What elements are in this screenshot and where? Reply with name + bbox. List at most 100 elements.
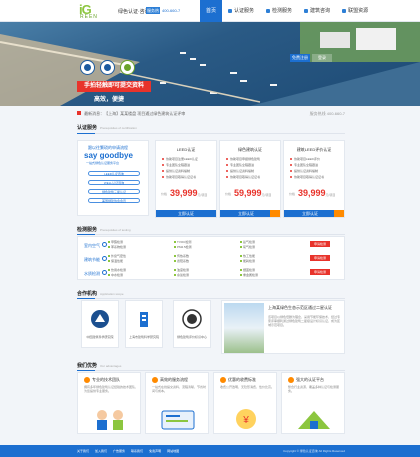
green-seal-icon xyxy=(120,60,135,75)
nav-item-home[interactable]: 首页 xyxy=(200,0,223,22)
site-footer: 关于我们 加入我们 广告服务 联系我们 免责声明 网站地图 Copyright … xyxy=(0,445,420,457)
test-item[interactable]: 浊度检测 xyxy=(174,268,189,272)
consult-button[interactable] xyxy=(334,210,344,217)
advantage-title: 优惠的收费标准 xyxy=(228,377,256,382)
site-logo[interactable]: iG REEN xyxy=(79,2,115,20)
divider xyxy=(77,370,345,371)
advantage-title: 强大的认证平台 xyxy=(296,377,324,382)
test-item[interactable]: 饮用水检测 xyxy=(108,268,126,272)
footer-link[interactable]: 网站地图 xyxy=(167,445,179,457)
promo-pill[interactable]: 美国绿建协会会员 xyxy=(88,198,140,203)
leed-seal-icon xyxy=(80,60,95,75)
nav-item-cert[interactable]: 认证服务 xyxy=(222,0,260,22)
certification-seal-icon xyxy=(182,309,202,329)
plan-feature: 提供认证资料编制 xyxy=(162,169,190,173)
advantage-card: 优惠的收费标准 收费公开透明，无隐形消费，性价比高。 ¥ xyxy=(213,372,277,434)
test-item[interactable]: 重金属检测 xyxy=(240,273,258,277)
divider xyxy=(77,133,345,134)
register-tab[interactable]: 免费注册 xyxy=(290,54,310,62)
test-item[interactable]: 遮阳系数 xyxy=(174,259,189,263)
nav-label: 首页 xyxy=(206,8,217,14)
certify-button[interactable]: 立即认证 xyxy=(284,210,336,217)
test-item[interactable]: 氨气检测 xyxy=(240,240,255,244)
test-item[interactable]: 中水检测 xyxy=(108,273,123,277)
promo-headline: say goodbye xyxy=(84,151,133,160)
advantage-card: 专业的技术团队 拥有多年绿色建筑认证经验的技术团队，为您提供专业服务。 xyxy=(77,372,141,434)
footer-link[interactable]: 关于我们 xyxy=(77,445,89,457)
divider xyxy=(77,234,345,235)
test-category[interactable]: 水质检测 xyxy=(84,270,107,277)
footer-link[interactable]: 联系我们 xyxy=(131,445,143,457)
test-item[interactable]: PM2.5检测 xyxy=(174,245,192,249)
banner-cta[interactable]: 手拍轻触即可提交资料 xyxy=(77,81,151,92)
certify-button[interactable]: 立即认证 xyxy=(220,210,272,217)
plan-card-leed: LEED认证 协助项目注册LEED认证 专业团队全程跟进 提供认证资料编制 协助… xyxy=(155,140,217,218)
test-item[interactable]: 外窗气密性 xyxy=(108,254,126,258)
notice-text[interactable]: 最新消息：【上海】某某楼盘 项目通过绿色建筑认证评审 xyxy=(84,111,185,116)
promo-pill[interactable]: LEED认证咨询 xyxy=(88,171,140,176)
apply-test-button[interactable]: 申请检测 xyxy=(310,269,330,275)
promo-pill[interactable]: WELL认证咨询 xyxy=(88,180,140,185)
site-header: iG REEN 绿色认证·咨询 服务热线 400-660-7 首页 认证服务 检… xyxy=(0,0,420,22)
usgbc-seal-icon xyxy=(100,60,115,75)
test-item[interactable]: 细菌检测 xyxy=(240,268,255,272)
plan-feature: 专业团队全程跟进 xyxy=(290,163,318,167)
plan-name: 绿色建筑认证 xyxy=(238,147,262,152)
promo-pill[interactable]: 绿色建筑三星认证 xyxy=(88,189,140,194)
nav-item-test[interactable]: 检测服务 xyxy=(260,0,298,22)
nav-item-alliance[interactable]: 联盟资源 xyxy=(336,0,374,22)
partner-card[interactable]: 中国建筑科学研究院 xyxy=(81,300,119,348)
test-item[interactable]: 甲醛检测 xyxy=(108,240,123,244)
test-item[interactable]: 氡气检测 xyxy=(240,245,255,249)
footer-link[interactable]: 免责声明 xyxy=(149,445,161,457)
partner-card[interactable]: 上海市建筑科学研究院 xyxy=(125,300,163,348)
test-item[interactable]: 能耗检测 xyxy=(240,259,255,263)
plan-price: 39,999元/项目 xyxy=(298,188,336,198)
section-title-why: 我们优势 Our advantages xyxy=(77,362,121,369)
megaphone-icon xyxy=(77,111,81,115)
nav-label: 认证服务 xyxy=(234,8,255,14)
test-item[interactable]: 热工性能 xyxy=(240,254,255,258)
advantages-row: 专业的技术团队 拥有多年绿色建筑认证经验的技术团队，为您提供专业服务。 高效的服… xyxy=(77,372,345,436)
partner-name: 中国建筑科学研究院 xyxy=(86,335,114,339)
pricing-illustration: ¥ xyxy=(236,409,256,429)
section-title-cert: 认证服务 Prerequisites of certification xyxy=(77,124,137,131)
test-category[interactable]: 建筑节能 xyxy=(84,256,107,263)
plan-feature: 协助项目LEED评价 xyxy=(290,157,320,161)
feature-desc: 该项目以绿色低碳为理念，采用节能环保技术，经过专家评审顺利通过绿色建筑二星级设计… xyxy=(268,315,341,327)
test-category[interactable]: 室内空气 xyxy=(84,242,107,249)
footer-link[interactable]: 加入我们 xyxy=(95,445,107,457)
apply-test-button[interactable]: 申请检测 xyxy=(310,255,330,261)
platform-icon xyxy=(288,377,294,383)
process-icon xyxy=(152,377,158,383)
section-title-text: 我们优势 xyxy=(77,363,98,369)
test-item[interactable]: 传热系数 xyxy=(174,254,189,258)
nav-item-consult[interactable]: 建筑咨询 xyxy=(298,0,336,22)
partner-card[interactable]: 绿色建筑评价标识中心 xyxy=(173,300,211,348)
consult-button[interactable] xyxy=(270,210,280,217)
test-item[interactable]: 余氯检测 xyxy=(174,273,189,277)
footer-link[interactable]: 广告服务 xyxy=(113,445,125,457)
plan-card-green: 绿色建筑认证 协助项目申报绿色建筑 专业团队全程跟进 提供认证资料编制 协助项目… xyxy=(219,140,281,218)
section-title-text: 合作机构 xyxy=(77,291,98,297)
process-illustration xyxy=(161,410,195,430)
plan-feature: 协助项目申报绿色建筑 xyxy=(226,157,260,161)
apply-test-button[interactable]: 申请检测 xyxy=(310,241,330,247)
partner-feature[interactable]: 上海某绿色生态示范区通过二星认证 该项目以绿色低碳为理念，采用节能环保技术，经过… xyxy=(221,300,345,354)
test-item[interactable]: 保温性能 xyxy=(108,259,123,263)
test-item[interactable]: 苯系物检测 xyxy=(108,245,126,249)
login-tab[interactable]: 登录 xyxy=(312,54,332,62)
certify-button[interactable]: 立即认证 xyxy=(156,210,216,217)
section-title-partners: 合作机构 Application scope xyxy=(77,290,124,297)
cert-promo: 跟以往繁琐的申请流程 say goodbye 一站式绿色认证服务平台 LEED认… xyxy=(77,140,149,216)
svg-text:¥: ¥ xyxy=(242,415,249,426)
alliance-icon xyxy=(342,9,347,13)
logo-text: REEN xyxy=(80,14,98,20)
test-item[interactable]: TVOC检测 xyxy=(174,240,191,244)
pricing-icon xyxy=(220,377,226,383)
banner-subtitle: 高效，便捷 xyxy=(94,97,125,103)
plan-feature: 协助项目取得认证证书 xyxy=(162,175,196,179)
feature-title: 上海某绿色生态示范区通过二星认证 xyxy=(268,305,332,310)
test-icon xyxy=(266,9,271,13)
plan-name: LEED认证 xyxy=(176,147,196,152)
